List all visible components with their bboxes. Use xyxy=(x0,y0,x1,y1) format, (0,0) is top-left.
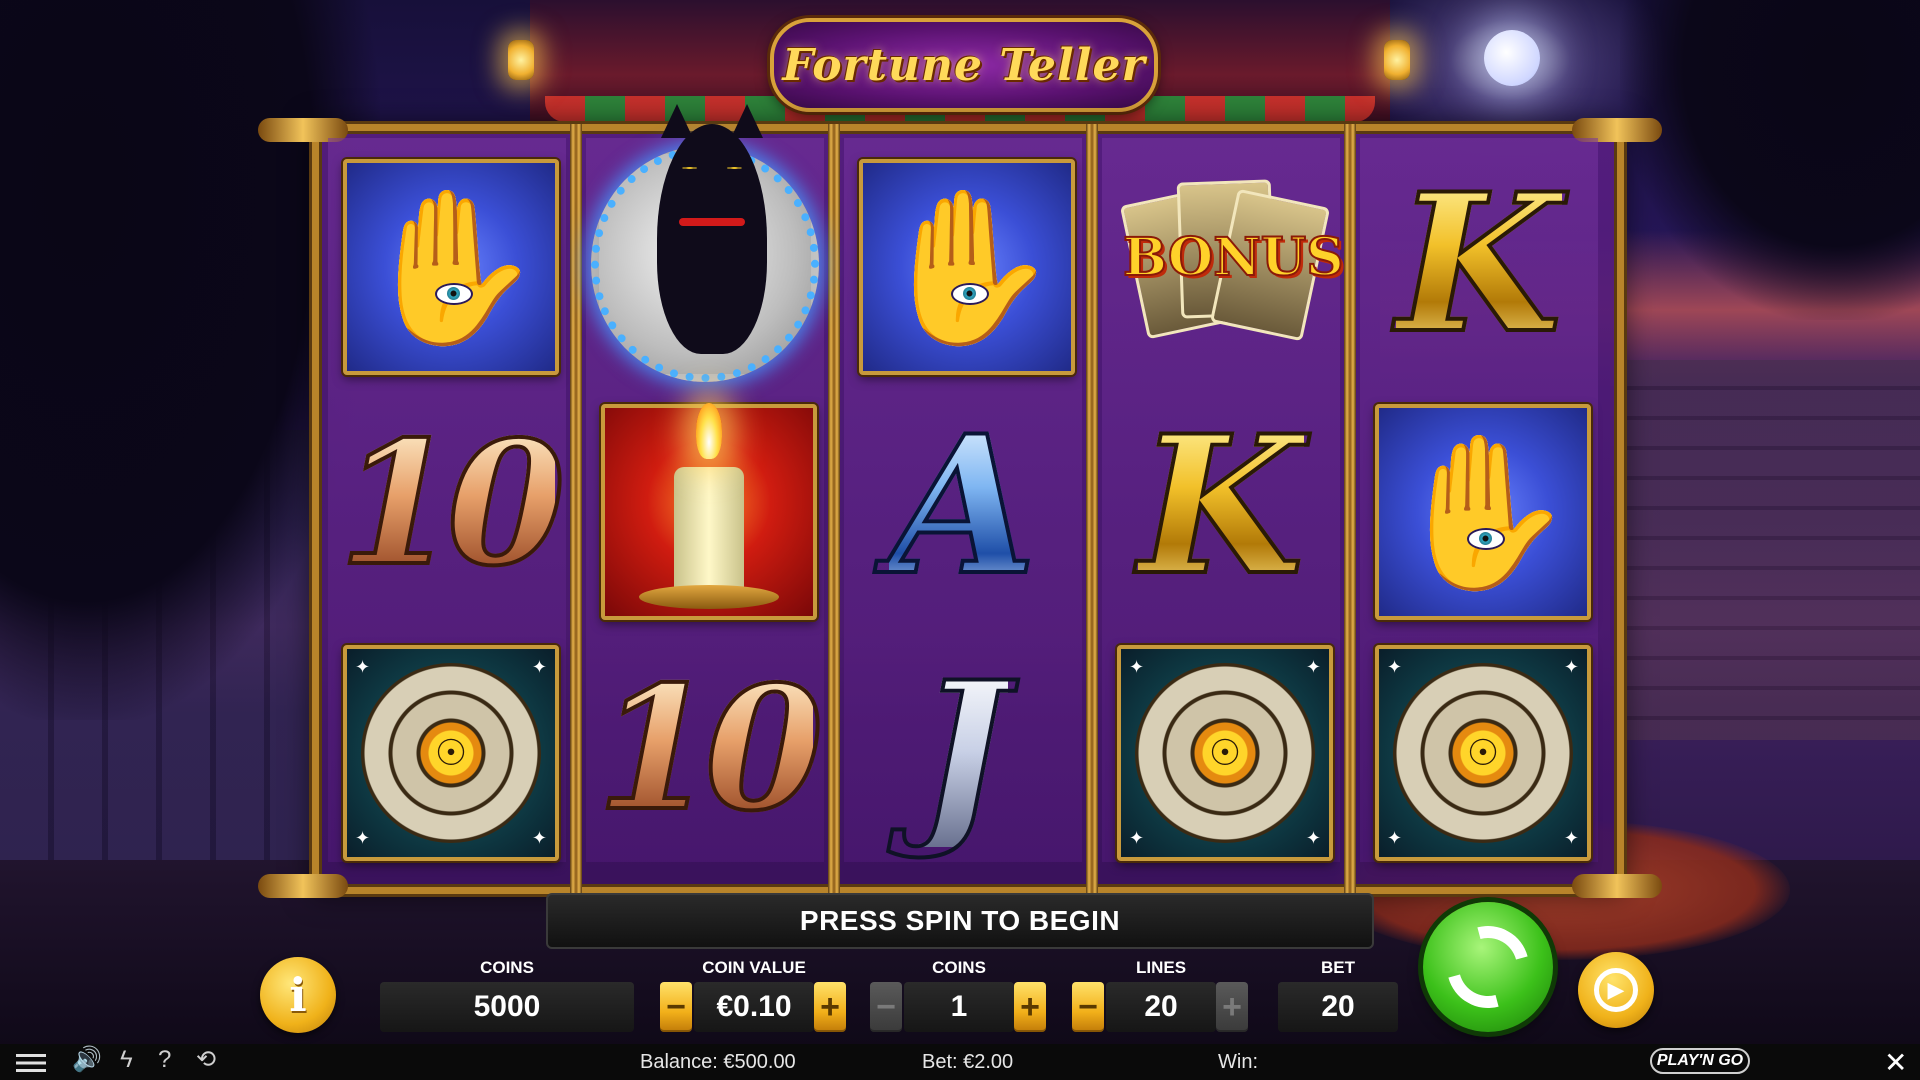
symbol-ace: A xyxy=(859,402,1067,610)
coins-plus-button[interactable]: + xyxy=(1014,982,1046,1032)
game-logo: Fortune Teller xyxy=(770,18,1158,112)
symbol-zodiac-wheel: ☉ ✦ ✦ ✦ ✦ xyxy=(343,645,559,861)
help-icon[interactable]: ? xyxy=(158,1048,171,1072)
bonus-label: BONUS xyxy=(1122,226,1345,289)
bet-label: BET xyxy=(1321,958,1355,977)
black-cat-icon xyxy=(657,124,767,354)
symbol-black-cat xyxy=(591,104,819,382)
palm-icon: ✋ xyxy=(357,183,545,351)
playngo-logo: PLAY'N GO xyxy=(1650,1048,1750,1074)
coins-total-value: 5000 xyxy=(380,982,634,1032)
message-banner: PRESS SPIN TO BEGIN xyxy=(546,893,1374,949)
quick-spin-icon[interactable]: ϟ xyxy=(120,1048,133,1072)
coin-value-plus-button[interactable]: + xyxy=(814,982,846,1032)
flame-icon xyxy=(696,403,722,459)
status-bar: 🔊 ϟ ? ⟲ Balance: €500.00 Bet: €2.00 Win:… xyxy=(0,1044,1920,1080)
coins-per-line-value: 1 xyxy=(904,982,1014,1032)
spin-arrows-icon xyxy=(1431,910,1545,1024)
game-title: Fortune Teller xyxy=(782,39,1146,91)
eye-icon xyxy=(951,283,989,305)
lines-plus-button[interactable]: + xyxy=(1216,982,1248,1032)
symbol-palm: ✋ xyxy=(1375,404,1591,620)
symbol-zodiac-wheel: ☉ ✦ ✦ ✦ ✦ xyxy=(1117,645,1333,861)
coins-minus-button[interactable]: − xyxy=(870,982,902,1032)
full-moon-icon xyxy=(591,104,819,382)
eye-icon xyxy=(435,283,473,305)
coin-value-minus-button[interactable]: − xyxy=(660,982,692,1032)
autoplay-icon: ▶ xyxy=(1594,968,1638,1012)
tree-silhouette-right xyxy=(1620,0,1920,320)
ace-glyph: A xyxy=(887,394,1038,617)
frame-flourish xyxy=(1572,874,1662,898)
reel-divider xyxy=(1344,124,1356,894)
reel-divider xyxy=(828,124,840,894)
jack-glyph: J xyxy=(916,640,1010,863)
zodiac-wheel-icon: ☉ xyxy=(1135,663,1315,843)
win-text: Win: xyxy=(1218,1051,1258,1073)
balance-text: Balance: €500.00 xyxy=(640,1051,796,1073)
moon xyxy=(1484,30,1540,86)
palm-icon: ✋ xyxy=(1389,428,1577,596)
reel-divider xyxy=(570,124,582,894)
symbol-bonus: BONUS xyxy=(1113,170,1345,350)
bet-text: Bet: €2.00 xyxy=(922,1051,1014,1073)
lantern-icon xyxy=(1384,40,1410,80)
cat-eyes xyxy=(677,162,747,174)
info-button[interactable]: i xyxy=(260,957,336,1033)
autoplay-button[interactable]: ▶ xyxy=(1578,952,1654,1028)
zodiac-wheel-icon: ☉ xyxy=(361,663,541,843)
frame-flourish xyxy=(258,874,348,898)
coins-per-line-label: COINS xyxy=(932,958,986,977)
king-glyph: K xyxy=(1136,394,1305,617)
symbol-king: K xyxy=(1117,402,1325,610)
symbol-palm: ✋ xyxy=(343,159,559,375)
lines-label: LINES xyxy=(1135,958,1187,977)
symbol-ten: 10 xyxy=(333,400,568,608)
symbol-palm: ✋ xyxy=(859,159,1075,375)
cat-ear xyxy=(731,104,763,138)
symbol-ten: 10 xyxy=(591,645,826,853)
symbol-king: K xyxy=(1375,160,1583,368)
lines-minus-button[interactable]: − xyxy=(1072,982,1104,1032)
king-glyph: K xyxy=(1394,152,1563,375)
wagon-background xyxy=(1610,360,1920,740)
coin-value-value: €0.10 xyxy=(694,982,814,1032)
cat-collar xyxy=(679,218,745,226)
lines-value: 20 xyxy=(1106,982,1216,1032)
coin-value-label: COIN VALUE xyxy=(702,958,806,977)
palm-icon: ✋ xyxy=(873,183,1061,351)
eye-icon xyxy=(1467,528,1505,550)
lantern-icon xyxy=(508,40,534,80)
ten-glyph: 10 xyxy=(595,649,826,849)
history-icon[interactable]: ⟲ xyxy=(196,1048,216,1072)
tarot-cards-icon: BONUS xyxy=(1119,175,1345,345)
candle-icon xyxy=(639,403,779,609)
menu-icon[interactable] xyxy=(16,1054,46,1072)
ten-glyph: 10 xyxy=(337,404,568,604)
sound-icon[interactable]: 🔊 xyxy=(72,1048,102,1072)
candle-holder xyxy=(639,585,779,609)
symbol-jack: J xyxy=(859,648,1067,856)
cat-ear xyxy=(661,104,693,138)
game-stage: Fortune Teller ✋ 10 ☉ ✦ ✦ ✦ ✦ 10 ✋ A J B… xyxy=(0,0,1920,1080)
symbol-candle xyxy=(601,403,817,620)
reel-divider xyxy=(1086,124,1098,894)
coins-total-label: COINS xyxy=(480,958,534,977)
symbol-zodiac-wheel: ☉ ✦ ✦ ✦ ✦ xyxy=(1375,645,1591,861)
close-icon[interactable]: ✕ xyxy=(1884,1046,1907,1079)
zodiac-wheel-icon: ☉ xyxy=(1393,663,1573,843)
bet-value: 20 xyxy=(1278,982,1398,1032)
spin-button[interactable] xyxy=(1423,902,1553,1032)
